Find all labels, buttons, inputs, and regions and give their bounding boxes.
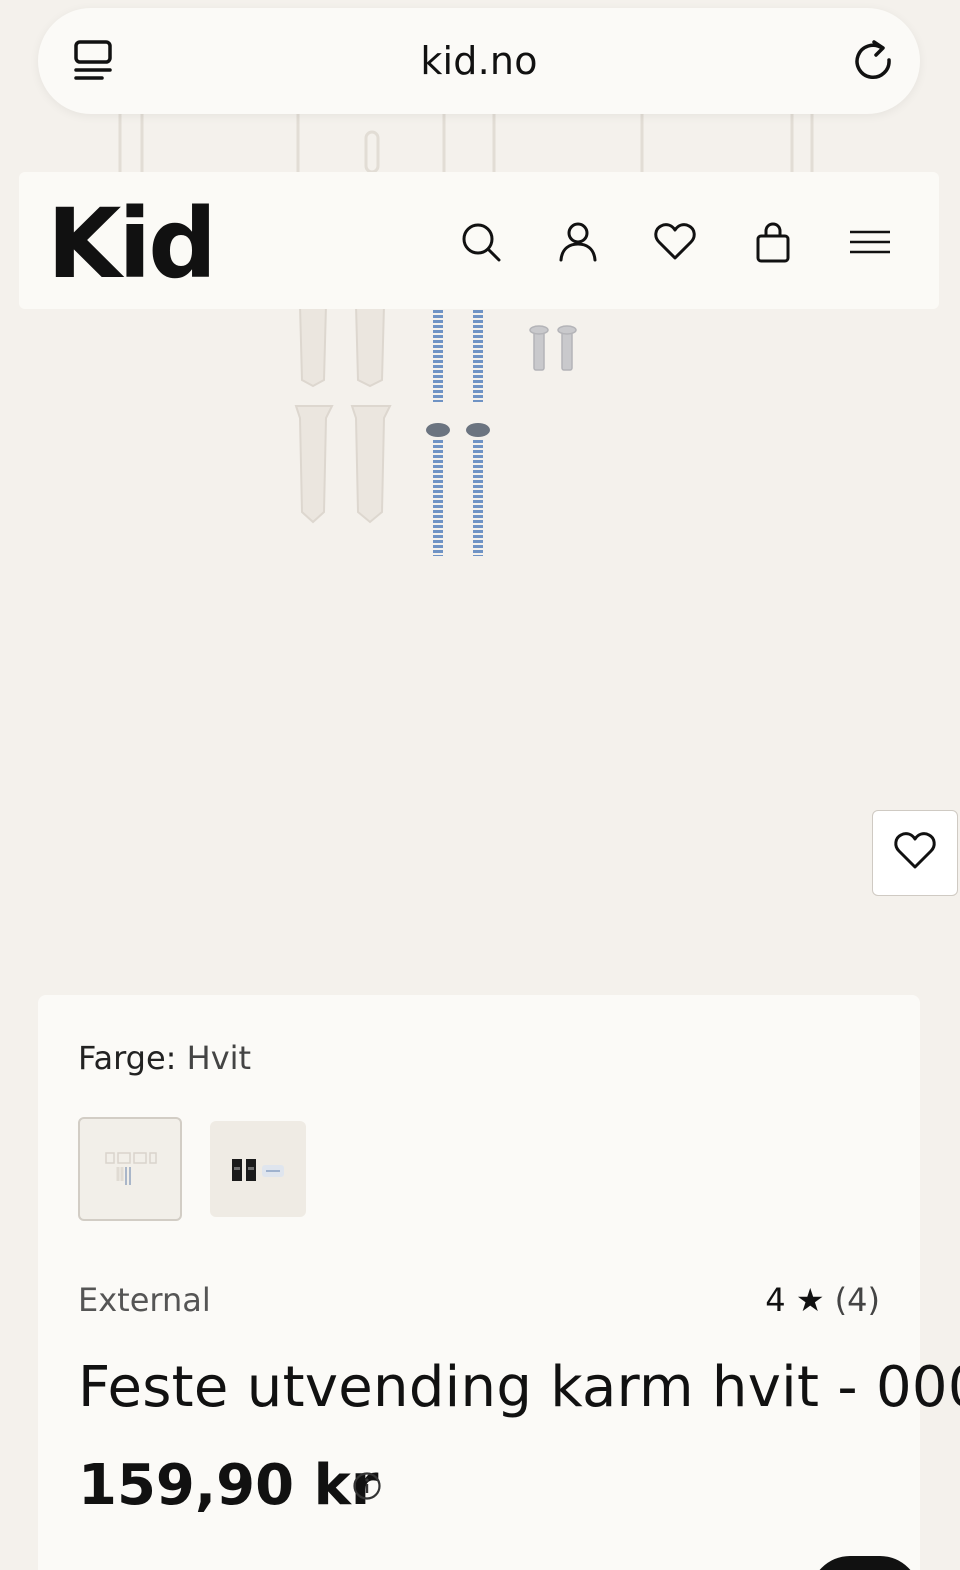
color-value: Hvit (186, 1039, 252, 1077)
color-swatch-black[interactable] (210, 1121, 306, 1217)
browser-address-bar[interactable]: kid.no (38, 8, 920, 114)
heart-icon (893, 831, 937, 875)
search-icon[interactable] (459, 220, 503, 264)
swatch-thumbnail (105, 1152, 157, 1185)
user-icon[interactable] (556, 220, 600, 264)
hamburger-icon[interactable] (848, 220, 892, 264)
info-icon[interactable] (352, 1471, 382, 1501)
product-photo (118, 98, 814, 556)
heart-icon[interactable] (653, 220, 697, 264)
product-title: Feste utvending karm hvit - 000 (78, 1355, 960, 1420)
color-label: Farge: (78, 1039, 177, 1077)
site-header: Kid (19, 172, 939, 309)
tabs-icon[interactable] (72, 38, 116, 86)
bag-icon[interactable] (751, 220, 795, 264)
color-selector-label: Farge: Hvit (78, 1039, 251, 1077)
product-price: 159,90 kr (78, 1453, 379, 1518)
page: kid.no Kid Farge: Hvit External 4 ★ (4) … (0, 0, 960, 1570)
product-info-panel: Farge: Hvit External 4 ★ (4) Feste utven… (38, 995, 960, 1570)
rating-value: 4 (765, 1281, 786, 1319)
add-to-wishlist-button[interactable] (872, 810, 958, 896)
product-image[interactable] (0, 0, 960, 980)
star-icon: ★ (795, 1281, 825, 1319)
url-text[interactable]: kid.no (420, 39, 537, 83)
product-brand[interactable]: External (78, 1281, 211, 1319)
color-swatch-white[interactable] (78, 1117, 182, 1221)
site-logo[interactable]: Kid (47, 188, 217, 300)
rating-count: (4) (834, 1281, 880, 1319)
reload-icon[interactable] (852, 38, 896, 86)
product-rating[interactable]: 4 ★ (4) (765, 1281, 880, 1319)
swatch-thumbnail (232, 1159, 284, 1181)
